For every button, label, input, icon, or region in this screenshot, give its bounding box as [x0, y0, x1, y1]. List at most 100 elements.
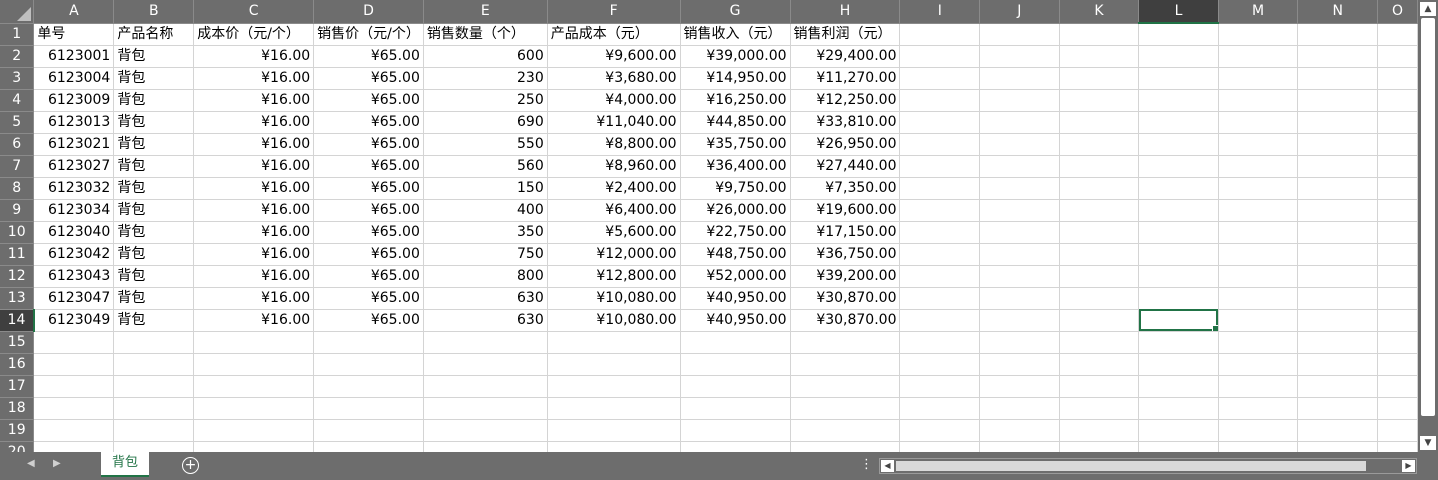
horizontal-scroll-thumb[interactable] [896, 461, 1366, 471]
cell-o5[interactable] [1377, 111, 1418, 134]
cell-j9[interactable] [979, 199, 1060, 222]
cell-h13[interactable]: ¥30,870.00 [790, 287, 901, 310]
cell-m18[interactable] [1218, 397, 1299, 420]
cell-k7[interactable] [1059, 155, 1140, 178]
cell-i13[interactable] [899, 287, 981, 310]
cell-i15[interactable] [899, 331, 981, 354]
cell-n12[interactable] [1297, 265, 1379, 288]
scroll-up-icon[interactable]: ▲ [1420, 2, 1436, 16]
cell-j18[interactable] [979, 397, 1060, 420]
cell-o2[interactable] [1377, 45, 1418, 68]
cell-i3[interactable] [899, 67, 981, 90]
cell-g20[interactable] [680, 441, 791, 452]
cell-j17[interactable] [979, 375, 1060, 398]
column-header-f[interactable]: F [547, 0, 681, 24]
cell-l18[interactable] [1138, 397, 1219, 420]
cell-k20[interactable] [1059, 441, 1140, 452]
cell-c3[interactable]: ¥16.00 [193, 67, 315, 90]
row-header-10[interactable]: 10 [0, 221, 35, 244]
cell-i19[interactable] [899, 419, 981, 442]
cell-c16[interactable] [193, 353, 315, 376]
cell-b2[interactable]: 背包 [113, 45, 195, 68]
cell-h15[interactable] [790, 331, 901, 354]
row-header-6[interactable]: 6 [0, 133, 35, 156]
cell-d14[interactable]: ¥65.00 [313, 309, 424, 332]
cell-g9[interactable]: ¥26,000.00 [680, 199, 791, 222]
cell-l17[interactable] [1138, 375, 1219, 398]
cell-g2[interactable]: ¥39,000.00 [680, 45, 791, 68]
cell-l12[interactable] [1138, 265, 1219, 288]
cell-e12[interactable]: 800 [423, 265, 548, 288]
cell-j19[interactable] [979, 419, 1060, 442]
cell-a18[interactable] [33, 397, 115, 420]
cell-e20[interactable] [423, 441, 548, 452]
cell-i20[interactable] [899, 441, 981, 452]
cell-g17[interactable] [680, 375, 791, 398]
cell-e15[interactable] [423, 331, 548, 354]
cell-h3[interactable]: ¥11,270.00 [790, 67, 901, 90]
column-header-d[interactable]: D [313, 0, 424, 24]
cell-n8[interactable] [1297, 177, 1379, 200]
column-header-c[interactable]: C [193, 0, 315, 24]
cell-f8[interactable]: ¥2,400.00 [547, 177, 681, 200]
cell-m5[interactable] [1218, 111, 1299, 134]
row-header-5[interactable]: 5 [0, 111, 35, 134]
cell-m8[interactable] [1218, 177, 1299, 200]
scroll-right-icon[interactable]: ▶ [1402, 460, 1415, 472]
cell-d3[interactable]: ¥65.00 [313, 67, 424, 90]
cell-d4[interactable]: ¥65.00 [313, 89, 424, 112]
cell-c14[interactable]: ¥16.00 [193, 309, 315, 332]
row-header-12[interactable]: 12 [0, 265, 35, 288]
sheet-tab-beibao[interactable]: 背包 [101, 452, 149, 477]
cell-n16[interactable] [1297, 353, 1379, 376]
cell-n13[interactable] [1297, 287, 1379, 310]
row-header-17[interactable]: 17 [0, 375, 35, 398]
spreadsheet-grid[interactable]: ABCDEFGHIJKLMNO 1 单号 产品名称 成本价（元/个） 销售价（元/个）销… [0, 0, 1418, 452]
cell-a12[interactable]: 6123043 [33, 265, 115, 288]
cell-c7[interactable]: ¥16.00 [193, 155, 315, 178]
cell-n1[interactable] [1297, 23, 1379, 46]
cell-e9[interactable]: 400 [423, 199, 548, 222]
row-header-20[interactable]: 20 [0, 441, 35, 452]
cell-l7[interactable] [1138, 155, 1219, 178]
row-header-13[interactable]: 13 [0, 287, 35, 310]
cell-g3[interactable]: ¥14,950.00 [680, 67, 791, 90]
cell-o10[interactable] [1377, 221, 1418, 244]
cell-f16[interactable] [547, 353, 681, 376]
column-header-j[interactable]: J [979, 0, 1060, 24]
cell-j15[interactable] [979, 331, 1060, 354]
cell-a2[interactable]: 6123001 [33, 45, 115, 68]
column-header-h[interactable]: H [790, 0, 901, 24]
cell-j1[interactable] [979, 23, 1060, 46]
cell-o6[interactable] [1377, 133, 1418, 156]
cell-f18[interactable] [547, 397, 681, 420]
cell-l10[interactable] [1138, 221, 1219, 244]
cell-m19[interactable] [1218, 419, 1299, 442]
cell-e6[interactable]: 550 [423, 133, 548, 156]
cell-m11[interactable] [1218, 243, 1299, 266]
cell-o19[interactable] [1377, 419, 1418, 442]
cell-e8[interactable]: 150 [423, 177, 548, 200]
row-header-18[interactable]: 18 [0, 397, 35, 420]
row-header-2[interactable]: 2 [0, 45, 35, 68]
cell-k9[interactable] [1059, 199, 1140, 222]
cell-i18[interactable] [899, 397, 981, 420]
more-options-icon[interactable]: ⋮ [860, 457, 873, 472]
cell-i11[interactable] [899, 243, 981, 266]
cell-f4[interactable]: ¥4,000.00 [547, 89, 681, 112]
cell-i16[interactable] [899, 353, 981, 376]
cell-n7[interactable] [1297, 155, 1379, 178]
cell-n18[interactable] [1297, 397, 1379, 420]
cell-n3[interactable] [1297, 67, 1379, 90]
cell-e4[interactable]: 250 [423, 89, 548, 112]
cell-h17[interactable] [790, 375, 901, 398]
cell-e7[interactable]: 560 [423, 155, 548, 178]
cell-f5[interactable]: ¥11,040.00 [547, 111, 681, 134]
next-sheet-icon[interactable]: ▶ [53, 458, 61, 469]
row-header-16[interactable]: 16 [0, 353, 35, 376]
cell-k17[interactable] [1059, 375, 1140, 398]
cell-k13[interactable] [1059, 287, 1140, 310]
cell-b4[interactable]: 背包 [113, 89, 195, 112]
cell-e14[interactable]: 630 [423, 309, 548, 332]
cell-j14[interactable] [979, 309, 1060, 332]
